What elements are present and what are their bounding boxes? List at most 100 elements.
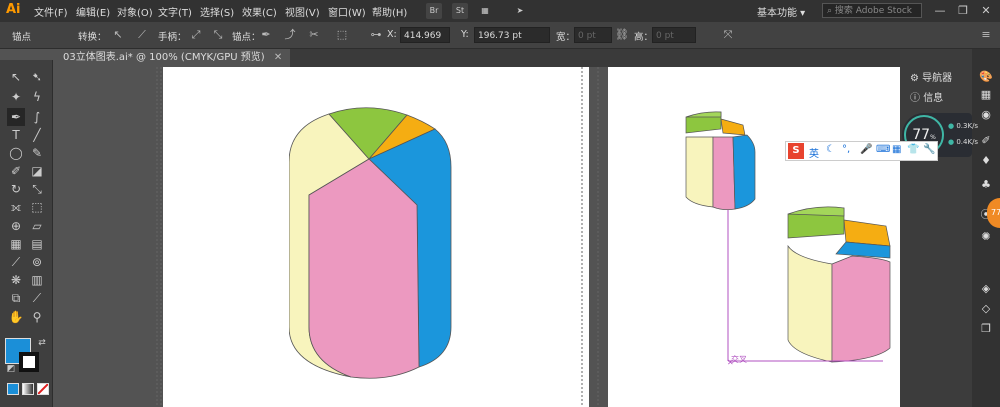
type-tool-icon[interactable]: T (7, 126, 25, 144)
gradient-panel-icon[interactable]: ◉ (978, 107, 994, 123)
color-guide-icon[interactable]: ▦ (978, 87, 994, 103)
symbols-panel-icon[interactable]: ♦ (978, 153, 994, 169)
control-bar: 锚点 转换： ↖ ⟋ 手柄： ⤢ ⤡ 锚点： ✒ ⤴ ✂ ⬚ ⊶ X: 414.… (0, 22, 1000, 49)
transform-panel-icon[interactable]: ◈ (978, 281, 994, 297)
width-field[interactable]: 0 pt (574, 27, 612, 43)
stock-search-input[interactable]: ⌕ 搜索 Adobe Stock (822, 3, 922, 18)
ime-skin-icon[interactable]: 👕 (907, 144, 919, 155)
layers-panel-icon[interactable]: ◇ (978, 301, 994, 317)
eraser-tool-icon[interactable]: ◪ (28, 162, 46, 180)
ellipse-tool-icon[interactable]: ◯ (7, 144, 25, 162)
default-fill-stroke-icon[interactable]: ◩ (2, 360, 20, 378)
workspace-switcher[interactable]: 基本功能 ▾ (757, 4, 805, 19)
constrain-link-icon[interactable]: ⛓ (614, 27, 630, 43)
upload-dot-icon: ● (948, 122, 955, 130)
convert-smooth-icon[interactable]: ⟋ (134, 27, 150, 43)
large-cylinder-pie[interactable] (289, 107, 454, 382)
ime-toolbar[interactable]: S 英 ☾ °, 🎤 ⌨ ▦ 👕 🔧 (785, 141, 938, 161)
artboards-panel-icon[interactable]: ❐ (978, 321, 994, 337)
free-transform-tool-icon[interactable]: ⬚ (28, 198, 46, 216)
bridge-icon[interactable]: Br (426, 3, 442, 19)
artboard-tool-icon[interactable]: ⧉ (7, 289, 25, 307)
curvature-tool-icon[interactable]: ∫ (28, 108, 46, 126)
network-percent-unit: % (930, 134, 936, 141)
perspective-grid-tool-icon[interactable]: ▱ (28, 217, 46, 235)
pen-tool-icon[interactable]: ✒ (7, 108, 25, 126)
connect-anchor-icon[interactable]: ⤴ (282, 27, 298, 43)
menu-file[interactable]: 文件(F) (34, 4, 68, 19)
brushes-panel-icon[interactable]: ✐ (978, 133, 994, 149)
ime-moon-icon[interactable]: ☾ (826, 144, 835, 155)
gradient-mode-icon[interactable] (22, 383, 34, 395)
shaper-tool-icon[interactable]: ✐ (7, 162, 25, 180)
ime-keyboard-icon[interactable]: ⌨ (876, 144, 890, 155)
hide-handles-icon[interactable]: ⤡ (210, 27, 226, 43)
convert-corner-icon[interactable]: ↖ (110, 27, 126, 43)
stock-icon[interactable]: St (452, 3, 468, 19)
isolate-icon[interactable]: ⬚ (334, 27, 350, 43)
mesh-tool-icon[interactable]: ▦ (7, 235, 25, 253)
document-tab[interactable]: 03立体图表.ai* @ 100% (CMYK/GPU 预览) ✕ (55, 49, 291, 67)
ime-mic-icon[interactable]: 🎤 (860, 144, 872, 155)
graphic-styles-panel-icon[interactable]: ♣ (978, 177, 994, 193)
menu-view[interactable]: 视图(V) (285, 4, 320, 19)
lasso-tool-icon[interactable]: ϟ (28, 88, 46, 106)
zoom-tool-icon[interactable]: ⚲ (28, 308, 46, 326)
symbol-sprayer-tool-icon[interactable]: ❋ (7, 271, 25, 289)
menu-select[interactable]: 选择(S) (200, 4, 234, 19)
none-mode-icon[interactable] (37, 383, 49, 395)
eyedropper-tool-icon[interactable]: ⟋ (7, 253, 25, 271)
width-tool-icon[interactable]: ⟗ (7, 198, 25, 216)
stroke-swatch[interactable] (19, 352, 39, 372)
gpu-performance-icon[interactable]: ➤ (512, 3, 528, 19)
small-pink-body (712, 136, 736, 211)
shape-builder-tool-icon[interactable]: ⊕ (7, 217, 25, 235)
slice-tool-icon[interactable]: ⟋ (28, 289, 46, 307)
remove-anchor-icon[interactable]: ✒ (258, 27, 274, 43)
swap-fill-stroke-icon[interactable]: ⇄ (33, 334, 51, 352)
small-yellow-body (685, 136, 714, 208)
column-graph-tool-icon[interactable]: ▥ (28, 271, 46, 289)
rotate-tool-icon[interactable]: ↻ (7, 180, 25, 198)
ime-punctuation-icon[interactable]: °, (842, 144, 850, 155)
menu-text[interactable]: 文字(T) (158, 4, 192, 19)
network-up: 0.3K/s (956, 122, 979, 130)
restore-button[interactable]: ❐ (955, 3, 971, 19)
panel-menu-icon[interactable]: ≡ (978, 27, 994, 43)
color-panel-icon[interactable]: 🎨 (978, 69, 994, 85)
transform-icon[interactable]: ⤧ (720, 27, 736, 43)
arrange-documents-icon[interactable]: ▦ (477, 3, 493, 19)
hand-tool-icon[interactable]: ✋ (7, 308, 25, 326)
height-field[interactable]: 0 pt (652, 27, 696, 43)
menu-effect[interactable]: 效果(C) (242, 4, 277, 19)
ime-settings-icon[interactable]: 🔧 (923, 144, 935, 155)
line-tool-icon[interactable]: ╱ (28, 126, 46, 144)
direct-selection-tool-icon[interactable]: ➷ (28, 68, 46, 86)
selection-tool-icon[interactable]: ↖ (7, 68, 25, 86)
gradient-tool-icon[interactable]: ▤ (28, 235, 46, 253)
ime-lang[interactable]: 英 (809, 145, 819, 160)
magic-wand-tool-icon[interactable]: ✦ (7, 88, 25, 106)
menu-edit[interactable]: 编辑(E) (76, 4, 110, 19)
menu-object[interactable]: 对象(O) (117, 4, 153, 19)
menu-help[interactable]: 帮助(H) (372, 4, 407, 19)
cut-path-icon[interactable]: ✂ (306, 27, 322, 43)
align-icon[interactable]: ⊶ (368, 27, 384, 43)
minimize-button[interactable]: — (932, 3, 948, 19)
ime-toolbox-icon[interactable]: ▦ (892, 144, 901, 155)
color-mode-icon[interactable] (7, 383, 19, 395)
info-panel-tab[interactable]: ⓘ 信息 (910, 89, 943, 104)
appearance-panel-icon[interactable]: ✺ (978, 229, 994, 245)
x-field[interactable]: 414.969 (400, 27, 450, 43)
show-handles-icon[interactable]: ⤢ (188, 27, 204, 43)
paintbrush-tool-icon[interactable]: ✎ (28, 144, 46, 162)
scale-tool-icon[interactable]: ⤡ (28, 180, 46, 198)
y-field[interactable]: 196.73 pt (474, 27, 550, 43)
close-button[interactable]: ✕ (978, 3, 994, 19)
small-cylinder-chart[interactable] (683, 107, 757, 213)
blend-tool-icon[interactable]: ⊚ (28, 253, 46, 271)
menu-window[interactable]: 窗口(W) (328, 4, 366, 19)
close-tab-icon[interactable]: ✕ (274, 52, 282, 63)
canvas-area[interactable]: ✕ 交叉 (53, 67, 900, 407)
navigator-panel-tab[interactable]: ⚙ 导航器 (910, 69, 952, 84)
